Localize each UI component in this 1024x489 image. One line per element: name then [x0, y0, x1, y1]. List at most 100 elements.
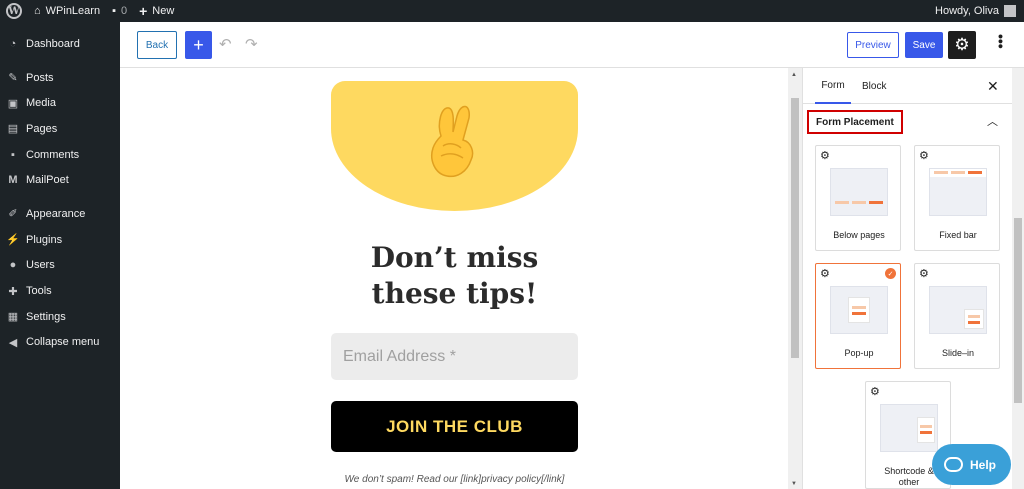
- pop-up-thumbnail: [830, 286, 888, 334]
- checkmark-icon: ✓: [885, 268, 896, 279]
- admin-sidebar: ◔ Dashboard ✎ Posts ▣ Media ▤ Pages ▪ Co…: [0, 22, 120, 489]
- back-button[interactable]: Back: [137, 31, 177, 59]
- settings-gear-button[interactable]: ⚙: [948, 31, 976, 59]
- placement-option-slide-in[interactable]: ⚙ Slide–in: [914, 263, 1000, 369]
- comment-bubble-icon: ▪: [112, 5, 116, 17]
- tab-form[interactable]: Form: [815, 68, 851, 104]
- comments-count: 0: [120, 5, 128, 17]
- sidebar-item-label: Dashboard: [26, 37, 80, 50]
- gear-icon: ⚙: [954, 35, 970, 54]
- account-menu[interactable]: Howdy, Oliva: [929, 0, 1024, 22]
- settings-icon: ▦: [7, 311, 19, 324]
- option-label: Pop-up: [844, 348, 874, 358]
- site-name: WPinLearn: [45, 5, 101, 17]
- sidebar-item-comments[interactable]: ▪ Comments: [0, 142, 120, 168]
- comments-link[interactable]: ▪ 0: [106, 0, 133, 22]
- scrollbar-thumb[interactable]: [791, 98, 799, 358]
- wordpress-logo-icon: W: [6, 3, 22, 19]
- chat-bubble-icon: [944, 457, 963, 472]
- option-label: Slide–in: [941, 348, 975, 358]
- more-options-icon[interactable]: •••: [993, 34, 1009, 49]
- scroll-up-icon[interactable]: ▲: [791, 72, 797, 78]
- sidebar-item-plugins[interactable]: ⚡ Plugins: [0, 227, 120, 253]
- sidebar-item-label: Settings: [26, 310, 66, 323]
- site-name-link[interactable]: ⌂ WPinLearn: [28, 0, 106, 22]
- panel-tabs: Form Block ✕: [803, 68, 1013, 104]
- sidebar-item-media[interactable]: ▣ Media: [0, 90, 120, 116]
- scrollbar-thumb[interactable]: [1014, 218, 1022, 403]
- user-icon: ●: [9, 259, 17, 272]
- sidebar-item-label: Tools: [26, 285, 52, 298]
- sidebar-item-label: MailPoet: [26, 174, 69, 187]
- sidebar-item-label: Comments: [26, 148, 80, 161]
- redo-icon[interactable]: ↷: [245, 35, 258, 53]
- privacy-disclaimer: We don’t spam! Read our [link]privacy po…: [344, 474, 565, 485]
- greeting: Howdy, Oliva: [935, 5, 999, 17]
- sidebar-item-label: Users: [26, 259, 55, 272]
- gear-icon[interactable]: ⚙: [820, 267, 830, 280]
- tab-block[interactable]: Block: [862, 68, 886, 104]
- fixed-bar-thumbnail: [929, 168, 987, 216]
- new-content-link[interactable]: + New: [133, 0, 180, 22]
- gear-icon[interactable]: ⚙: [919, 149, 929, 162]
- scroll-down-icon[interactable]: ▼: [791, 481, 797, 487]
- mailpoet-icon: M: [8, 174, 18, 187]
- sidebar-item-label: Posts: [26, 71, 54, 84]
- wordpress-logo-button[interactable]: W: [0, 0, 28, 22]
- help-button[interactable]: Help: [932, 444, 1011, 485]
- option-label: Below pages: [833, 230, 885, 240]
- option-label: Fixed bar: [939, 230, 977, 240]
- sidebar-item-collapse[interactable]: ◀ Collapse menu: [0, 330, 120, 356]
- dashboard-icon: ◔: [9, 37, 17, 50]
- placement-option-pop-up[interactable]: ⚙ ✓ Pop-up: [815, 263, 901, 369]
- sidebar-item-label: Plugins: [26, 233, 63, 246]
- help-label: Help: [970, 457, 997, 472]
- new-label: New: [152, 5, 175, 17]
- sidebar-item-posts[interactable]: ✎ Posts: [0, 65, 120, 91]
- sidebar-item-label: Appearance: [26, 207, 86, 220]
- placement-option-below-pages[interactable]: ⚙ Below pages: [815, 145, 901, 251]
- headline-line-1: Don’t miss: [370, 241, 539, 274]
- form-headline: Don’t miss these tips!: [331, 240, 578, 312]
- sidebar-item-settings[interactable]: ▦ Settings: [0, 304, 120, 330]
- slide-in-thumbnail: [929, 286, 987, 334]
- sidebar-item-label: Pages: [26, 122, 58, 135]
- sidebar-item-users[interactable]: ● Users: [0, 253, 120, 279]
- avatar: [1004, 5, 1016, 17]
- sidebar-item-mailpoet[interactable]: M MailPoet: [0, 167, 120, 193]
- form-placement-section[interactable]: Form Placement: [807, 110, 903, 134]
- settings-panel: Form Block ✕ Form Placement ︿ ⚙ Below pa…: [802, 68, 1013, 489]
- below-pages-thumbnail: [830, 168, 888, 216]
- gear-icon[interactable]: ⚙: [870, 385, 880, 398]
- placement-option-fixed-bar[interactable]: ⚙ Fixed bar: [914, 145, 1000, 251]
- editor-toolbar: Back + ↶ ↷ Preview Save ⚙ •••: [120, 22, 1024, 68]
- headline-line-2: these tips!: [371, 277, 538, 310]
- gear-icon[interactable]: ⚙: [820, 149, 830, 162]
- gear-icon[interactable]: ⚙: [919, 267, 929, 280]
- add-block-button[interactable]: +: [185, 31, 212, 59]
- pages-icon: ▤: [7, 123, 19, 136]
- chevron-up-icon[interactable]: ︿: [987, 113, 998, 129]
- close-icon[interactable]: ✕: [987, 78, 999, 95]
- panel-scrollbar[interactable]: [1012, 68, 1024, 489]
- preview-button[interactable]: Preview: [847, 32, 899, 58]
- canvas-scrollbar[interactable]: ▲ ▼: [788, 68, 802, 489]
- wrench-icon: ✚: [8, 285, 18, 298]
- email-field[interactable]: Email Address *: [331, 333, 578, 380]
- sidebar-item-tools[interactable]: ✚ Tools: [0, 278, 120, 304]
- brush-icon: ✐: [8, 208, 18, 221]
- admin-bar: W ⌂ WPinLearn ▪ 0 + New Howdy, Oliva: [0, 0, 1024, 22]
- collapse-icon: ◀: [8, 336, 18, 349]
- shortcode-thumbnail: [880, 404, 938, 452]
- sidebar-item-dashboard[interactable]: ◔ Dashboard: [0, 31, 120, 57]
- sidebar-item-appearance[interactable]: ✐ Appearance: [0, 201, 120, 227]
- sidebar-item-pages[interactable]: ▤ Pages: [0, 116, 120, 142]
- plus-icon: +: [139, 3, 148, 19]
- editor-canvas[interactable]: Don’t miss these tips! Email Address * J…: [120, 68, 788, 489]
- sidebar-item-label: Media: [26, 97, 56, 110]
- plug-icon: ⚡: [6, 234, 20, 247]
- join-the-club-button[interactable]: JOIN THE CLUB: [331, 401, 578, 452]
- crossed-fingers-icon: [431, 105, 474, 178]
- save-button[interactable]: Save: [905, 32, 943, 58]
- undo-icon[interactable]: ↶: [219, 35, 232, 53]
